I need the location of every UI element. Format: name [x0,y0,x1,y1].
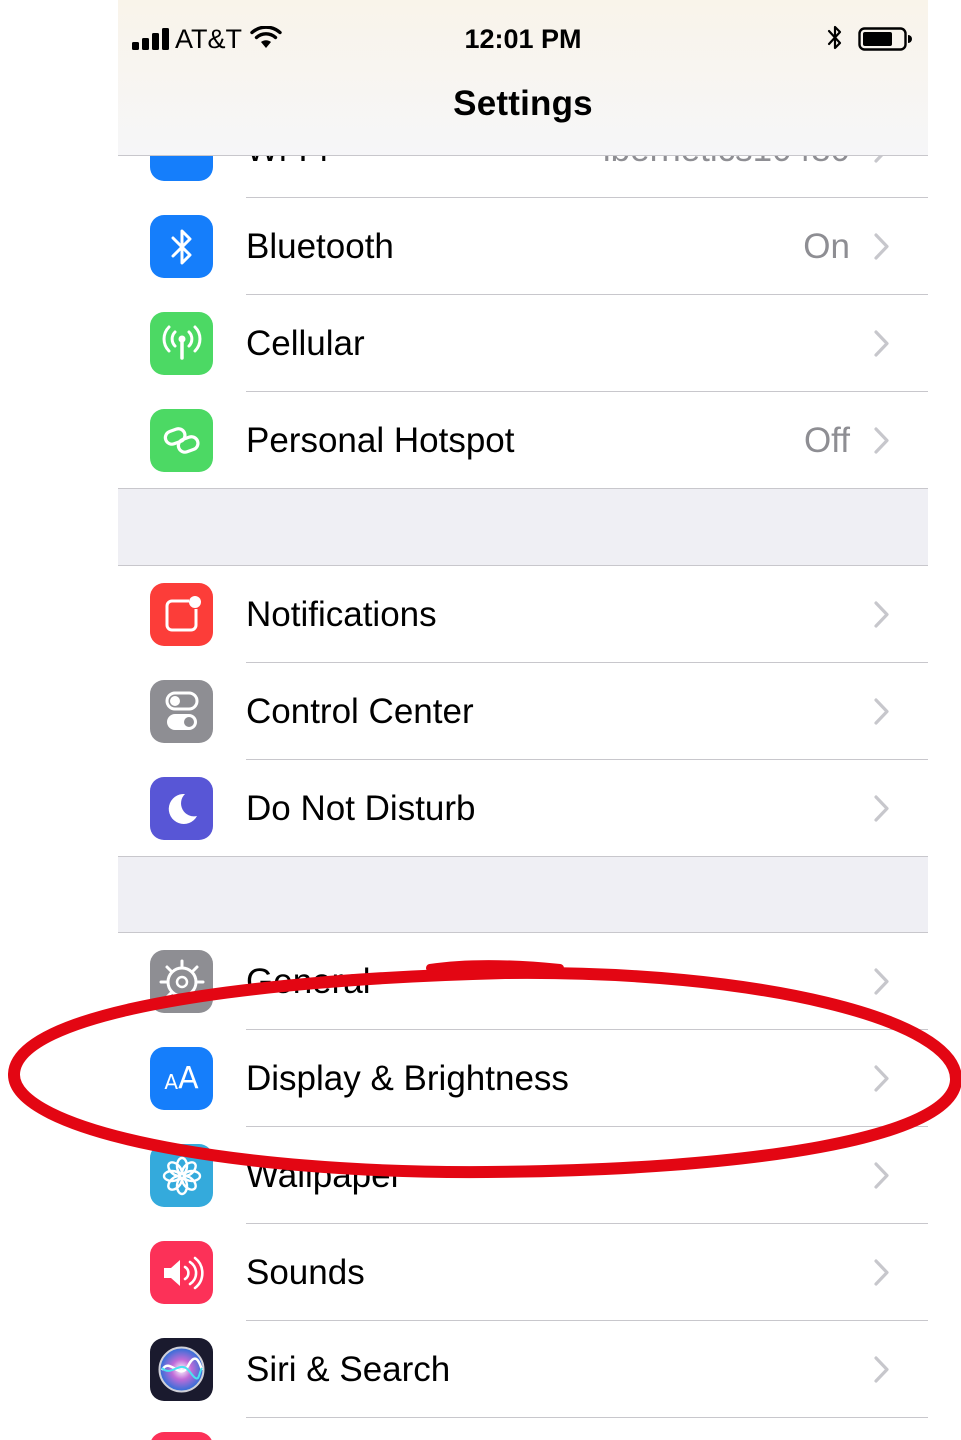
settings-screen: Wi-Fi ibernetics10480 Bluetooth On Cellu… [118,0,928,1440]
notifications-icon [150,583,213,646]
page-title: Settings [453,84,593,123]
hotspot-icon [150,409,213,472]
settings-row-label: Personal Hotspot [246,421,515,460]
bluetooth-status-icon [827,25,842,50]
speaker-icon [150,1241,213,1304]
chevron-right-icon [874,1259,889,1286]
settings-row-sounds[interactable]: Sounds [118,1224,928,1321]
cellular-icon [150,312,213,375]
settings-row-label: Wallpaper [246,1156,403,1195]
section-gap [118,857,928,933]
control-center-icon [150,680,213,743]
chevron-right-icon [874,698,889,725]
chevron-right-icon [874,601,889,628]
chevron-right-icon [874,1356,889,1383]
settings-row-personal-hotspot[interactable]: Personal Hotspot Off [118,392,928,489]
settings-row-display-brightness[interactable]: AA Display & Brightness [118,1030,928,1127]
next-row-icon [150,1432,213,1440]
chevron-right-icon [874,330,889,357]
section-gap [118,489,928,565]
chevron-right-icon [874,427,889,454]
settings-row-general[interactable]: General [118,933,928,1030]
chevron-right-icon [874,795,889,822]
settings-row-bluetooth[interactable]: Bluetooth On [118,198,928,295]
text-size-icon: AA [150,1047,213,1110]
settings-row-label: Cellular [246,324,365,363]
wallpaper-icon [150,1144,213,1207]
settings-row-value: Off [803,421,850,460]
chevron-right-icon [874,1065,889,1092]
settings-row-siri-search[interactable]: Siri & Search [118,1321,928,1418]
settings-row-value: On [803,227,850,266]
clock-label: 12:01 PM [464,24,582,54]
moon-icon [150,777,213,840]
bluetooth-icon [150,215,213,278]
chevron-right-icon [874,968,889,995]
siri-icon [150,1338,213,1401]
gear-icon [150,950,213,1013]
settings-row-label: Notifications [246,595,437,634]
settings-row-control-center[interactable]: Control Center [118,663,928,760]
settings-row-wallpaper[interactable]: Wallpaper [118,1127,928,1224]
chevron-right-icon [874,1162,889,1189]
settings-row-label: General [246,962,371,1001]
settings-row-label: Siri & Search [246,1350,451,1389]
settings-row-label: Display & Brightness [246,1059,569,1098]
settings-row-label: Control Center [246,692,474,731]
settings-row-do-not-disturb[interactable]: Do Not Disturb [118,760,928,857]
settings-row-notifications[interactable]: Notifications [118,566,928,663]
battery-icon [858,27,912,51]
settings-row-label: Do Not Disturb [246,789,476,828]
chevron-right-icon [874,233,889,260]
settings-row-label: Sounds [246,1253,365,1292]
settings-row-cellular[interactable]: Cellular [118,295,928,392]
navigation-bar: AT&T 12:01 PM Settings [118,0,928,156]
settings-row-label: Bluetooth [246,227,394,266]
